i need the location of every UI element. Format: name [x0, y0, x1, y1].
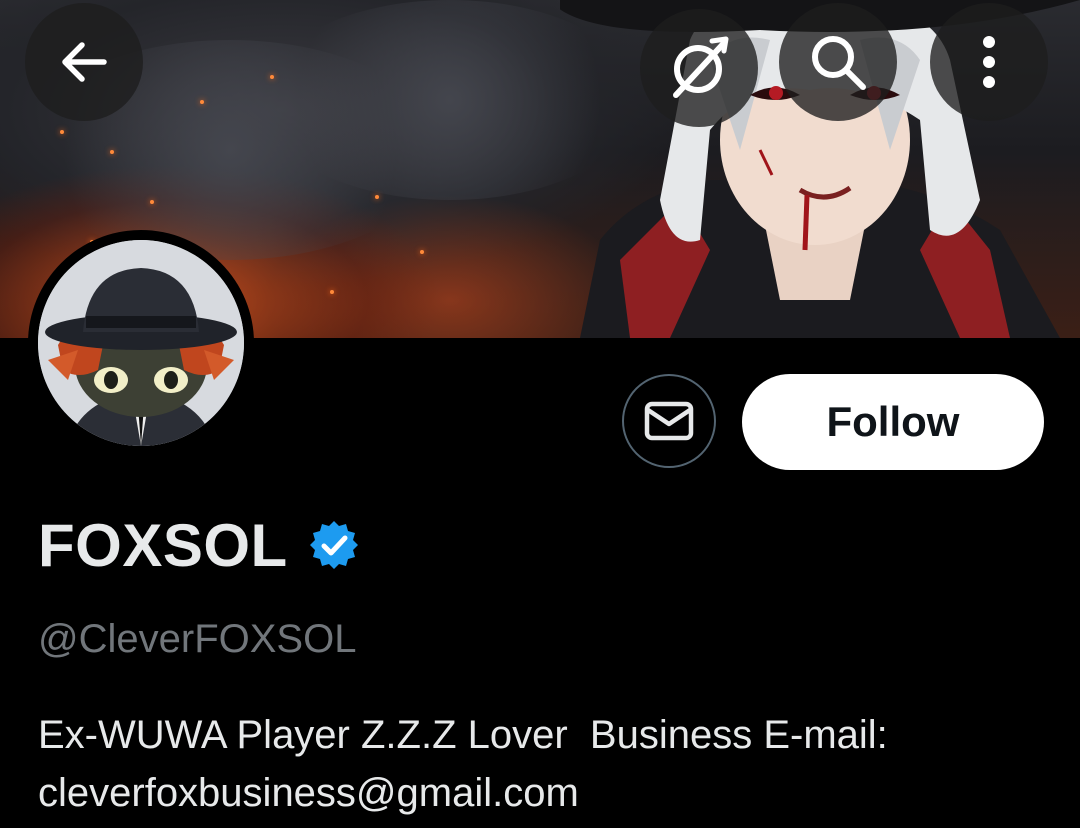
profile-handle: @CleverFOXSOL	[38, 617, 357, 661]
search-button[interactable]	[779, 3, 897, 121]
message-button[interactable]	[622, 374, 716, 468]
verified-badge-icon[interactable]	[308, 519, 360, 571]
banner-ember	[150, 200, 154, 204]
banner-ember	[200, 100, 204, 104]
bio-line: Ex-WUWA Player Z.Z.Z Lover Business E-ma…	[38, 713, 888, 757]
more-options-button[interactable]	[930, 3, 1048, 121]
grok-icon	[673, 36, 729, 98]
profile-screen: Follow FOXSOL @CleverFOXSOL Ex-WUWA Play…	[0, 0, 1080, 828]
search-icon	[812, 36, 866, 90]
follow-button[interactable]: Follow	[742, 374, 1044, 470]
banner-ember	[330, 290, 334, 294]
banner-ember	[420, 250, 424, 254]
banner-ember	[375, 195, 379, 199]
back-button[interactable]	[25, 3, 143, 121]
arrow-left-icon	[62, 42, 107, 82]
profile-avatar[interactable]	[28, 230, 254, 456]
envelope-icon	[644, 401, 694, 441]
grok-button[interactable]	[640, 9, 758, 127]
bio-email-link[interactable]: cleverfoxbusiness@gmail.com	[38, 771, 579, 815]
avatar-image	[38, 240, 244, 446]
banner-ember	[60, 130, 64, 134]
profile-bio: Ex-WUWA Player Z.Z.Z Lover Business E-ma…	[38, 706, 1048, 822]
banner-ember	[270, 75, 274, 79]
display-name: FOXSOL	[38, 511, 288, 579]
display-name-row: FOXSOL	[38, 510, 360, 580]
banner-ember	[110, 150, 114, 154]
more-vertical-icon	[983, 36, 995, 88]
avatar-illustration	[38, 240, 244, 446]
